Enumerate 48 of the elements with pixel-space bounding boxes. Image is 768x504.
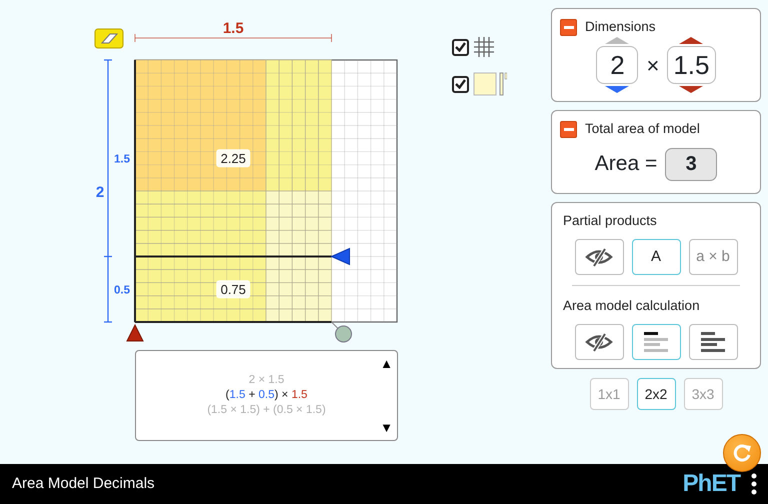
calculation-line: (1.5 + 0.5) × 1.5 — [226, 388, 308, 403]
decrement-arrow[interactable] — [605, 86, 630, 94]
number-picker[interactable]: 2 — [596, 46, 638, 84]
decrement-arrow[interactable] — [679, 86, 704, 94]
number-picker[interactable]: 1.5 — [667, 46, 716, 84]
line-by-line-icon — [641, 330, 671, 354]
scroll-down-button[interactable]: ▼ — [380, 421, 393, 434]
tiles-icon — [473, 72, 507, 96]
reset-icon — [731, 442, 753, 464]
hidden-eye-icon — [585, 246, 613, 267]
partition-handle[interactable] — [126, 324, 144, 342]
width-label: 1.5 — [222, 20, 244, 37]
section-title: Area model calculation — [563, 296, 701, 315]
grid-size-button[interactable]: 2x2 — [636, 378, 676, 410]
option-button[interactable] — [632, 324, 680, 360]
checkbox[interactable] — [452, 76, 469, 92]
option-button[interactable]: a × b — [688, 238, 738, 275]
more-menu-icon — [750, 472, 758, 496]
product-label: 0.75 — [216, 280, 250, 298]
reset-button[interactable] — [723, 434, 761, 472]
section-title: Partial products — [563, 212, 658, 230]
all-lines-icon — [698, 330, 728, 354]
hidden-eye-icon — [585, 332, 613, 352]
eraser-button[interactable] — [94, 28, 124, 48]
collapse-button[interactable] — [560, 120, 577, 138]
logo: PhET — [682, 469, 740, 499]
times-sign: × — [646, 52, 660, 80]
calculation-line: 2 × 1.5 — [248, 373, 284, 388]
partition-label: 1.5 — [114, 153, 130, 166]
area-label: Area = — [594, 151, 658, 178]
partition-label: 0.5 — [114, 284, 130, 296]
height-label: 2 — [96, 184, 104, 201]
panel-title: Total area of model — [585, 120, 700, 138]
option-button[interactable] — [574, 238, 624, 275]
calculation-line: (1.5 × 1.5) + (0.5 × 1.5) — [207, 403, 326, 418]
option-button[interactable]: A — [632, 238, 680, 275]
option-button[interactable] — [574, 324, 624, 360]
resize-handle[interactable] — [331, 322, 352, 342]
area-value: 3 — [665, 148, 718, 180]
option-button[interactable] — [688, 324, 738, 360]
app-title: Area Model Decimals — [12, 474, 155, 494]
scroll-up-button[interactable]: ▲ — [380, 357, 393, 370]
checkbox[interactable] — [452, 38, 469, 56]
panel-title: Dimensions — [585, 18, 656, 36]
product-label: 2.25 — [216, 149, 250, 168]
collapse-button[interactable] — [560, 18, 577, 36]
partition-handle[interactable] — [330, 248, 350, 266]
grid-icon — [473, 36, 495, 58]
